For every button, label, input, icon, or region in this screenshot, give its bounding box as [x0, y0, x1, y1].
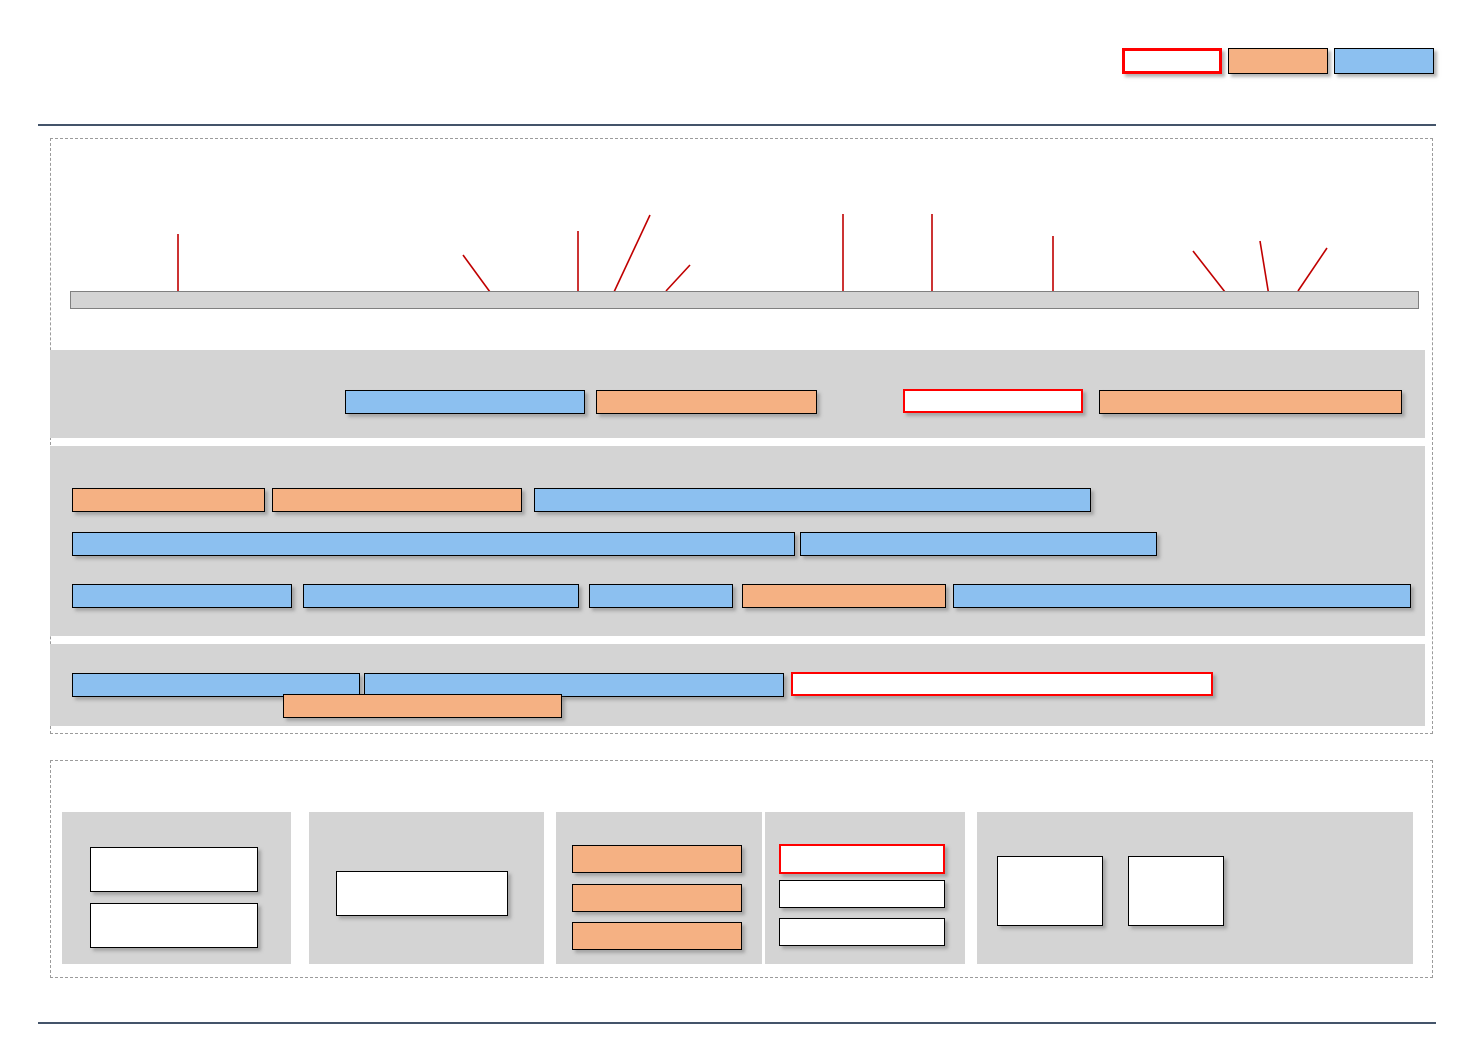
bar-reduce-call-centre-size[interactable]	[791, 672, 1213, 696]
card-head-of-stuff-is-leaving[interactable]	[572, 884, 742, 912]
page-header	[0, 0, 1470, 128]
card-performance-above-projections[interactable]	[90, 903, 258, 948]
card-vanilla-part-1[interactable]	[336, 871, 508, 916]
header-divider	[38, 124, 1436, 126]
card-june-17-infrastructure[interactable]	[1128, 856, 1224, 926]
footer-divider	[38, 1022, 1436, 1024]
legend-high-risk[interactable]	[1122, 48, 1222, 74]
bar-packaging[interactable]	[72, 584, 292, 608]
bar-staff-call-centre[interactable]	[283, 694, 562, 718]
bar-release-1-pr-management[interactable]	[596, 390, 817, 414]
card-cash-not-arrived[interactable]	[779, 918, 945, 946]
bar-shipping[interactable]	[589, 584, 733, 608]
card-new-opportunities-may-17[interactable]	[997, 856, 1103, 926]
card-new-water-not-ready[interactable]	[779, 880, 945, 908]
bar-market-new-brand[interactable]	[1099, 390, 1402, 414]
bar-agile-iterative-development[interactable]	[72, 532, 795, 556]
bar-focus-on-pow-features[interactable]	[272, 488, 522, 512]
bar-create-new-brand[interactable]	[903, 389, 1083, 413]
bar-new-team[interactable]	[800, 532, 1157, 556]
card-april-release-beat-expectations[interactable]	[90, 847, 258, 892]
bar-prepare-for-release-1[interactable]	[345, 390, 585, 414]
card-new-premises-not-ready[interactable]	[779, 844, 945, 874]
bar-changes-unforseen[interactable]	[742, 584, 946, 608]
title-block	[300, 26, 1180, 33]
card-low-cashflow[interactable]	[572, 922, 742, 950]
bar-brown-sauce[interactable]	[534, 488, 1091, 512]
bar-concentrate-on-market-requirements[interactable]	[953, 584, 1411, 608]
legend-all-ok[interactable]	[1334, 48, 1434, 74]
timeline-bar	[70, 291, 1419, 309]
bar-fix-initial-bugs[interactable]	[72, 488, 265, 512]
roadmap-page	[0, 0, 1470, 1040]
bar-contents[interactable]	[303, 584, 579, 608]
legend-medium-risk[interactable]	[1228, 48, 1328, 74]
card-slump-at-release-1[interactable]	[572, 845, 742, 873]
